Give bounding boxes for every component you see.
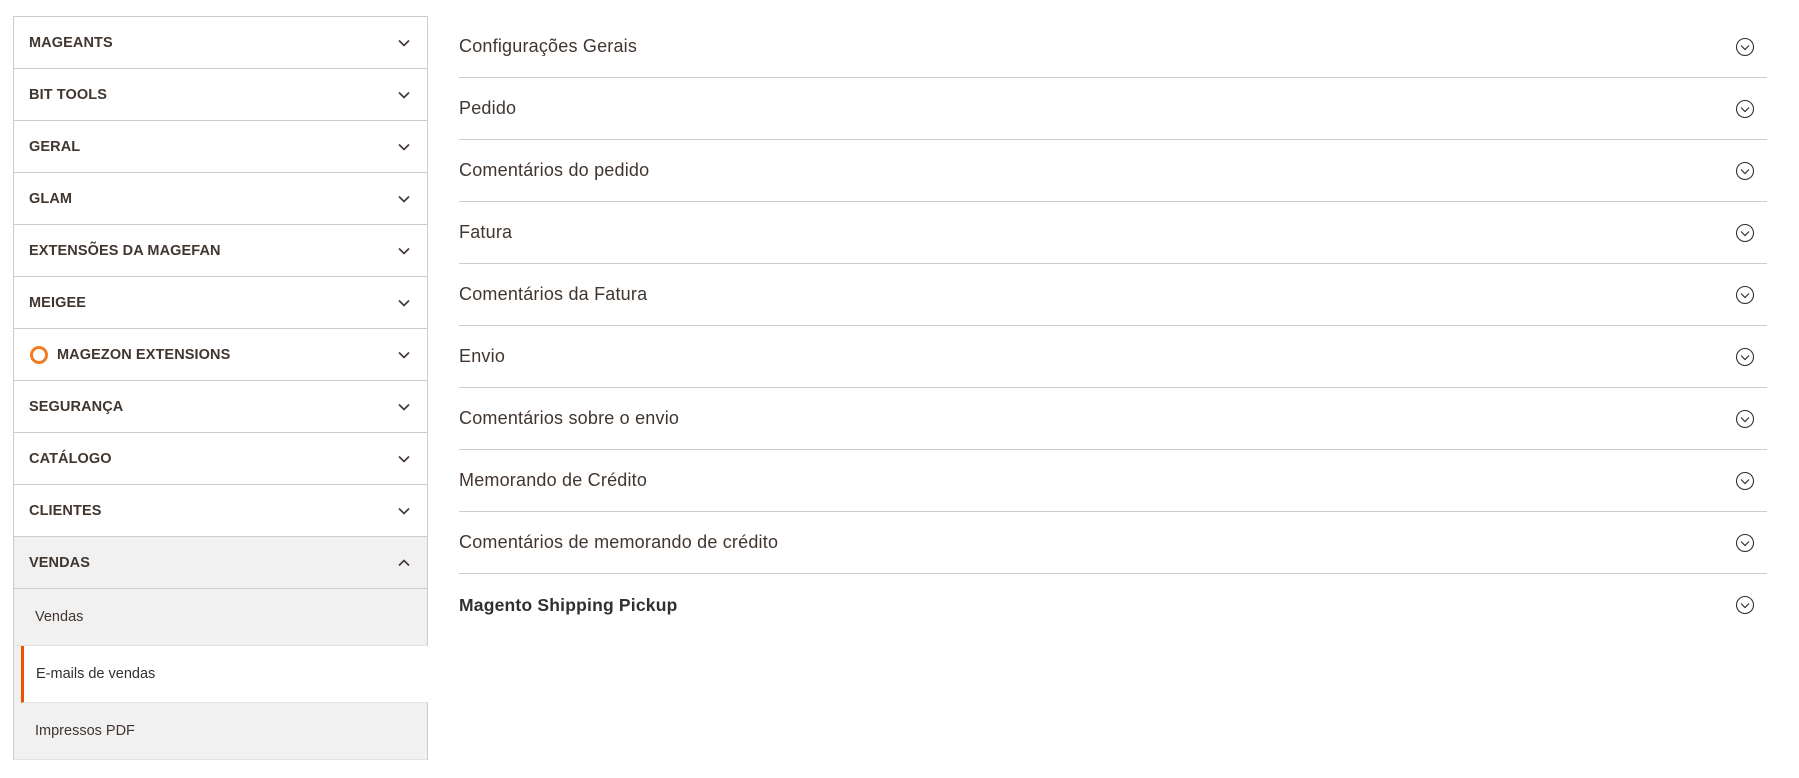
sidebar-item-geral[interactable]: GERAL [14, 121, 427, 173]
sidebar-item-label: EXTENSÕES DA MAGEFAN [29, 242, 221, 259]
chevron-down-icon [397, 296, 411, 310]
chevron-down-icon [397, 140, 411, 154]
sidebar-item-seguranca[interactable]: SEGURANÇA [14, 381, 427, 433]
config-sidebar: MAGEANTS BIT TOOLS GERAL GLAM EXTENSÕES … [13, 16, 428, 760]
section-title: Comentários da Fatura [459, 284, 648, 304]
sidebar-subitem-vendas[interactable]: Vendas [14, 589, 427, 646]
circle-chevron-down-icon [1735, 347, 1755, 367]
section-title: Magento Shipping Pickup [459, 594, 678, 615]
chevron-down-icon [397, 452, 411, 466]
section-memorando-de-credito[interactable]: Memorando de Crédito [459, 450, 1767, 512]
sidebar-item-label: MEIGEE [29, 294, 86, 311]
sidebar-item-label: MAGEZON EXTENSIONS [57, 346, 231, 363]
sidebar-item-label: CLIENTES [29, 502, 102, 519]
sidebar-subitem-emails-de-vendas[interactable]: E-mails de vendas [21, 646, 428, 703]
section-title: Fatura [459, 222, 513, 242]
sidebar-groups: MAGEANTS BIT TOOLS GERAL GLAM EXTENSÕES … [13, 16, 428, 589]
sidebar-item-clientes[interactable]: CLIENTES [14, 485, 427, 537]
sidebar-item-vendas[interactable]: VENDAS [14, 537, 427, 589]
chevron-down-icon [397, 400, 411, 414]
section-title: Envio [459, 346, 506, 366]
section-title: Memorando de Crédito [459, 470, 648, 490]
sidebar-subitem-impressos-pdf[interactable]: Impressos PDF [14, 703, 427, 760]
vendas-submenu: Vendas E-mails de vendas Impressos PDF [13, 589, 428, 760]
section-comentarios-do-pedido[interactable]: Comentários do pedido [459, 140, 1767, 202]
circle-chevron-down-icon [1735, 37, 1755, 57]
config-sections: Configurações Gerais Pedido Comentários … [459, 16, 1767, 636]
section-comentarios-de-memorando-de-credito[interactable]: Comentários de memorando de crédito [459, 512, 1767, 574]
section-title: Comentários do pedido [459, 160, 650, 180]
circle-chevron-down-icon [1735, 595, 1755, 615]
sidebar-item-label: GLAM [29, 190, 73, 207]
sidebar-item-mageants[interactable]: MAGEANTS [14, 17, 427, 69]
circle-chevron-down-icon [1735, 471, 1755, 491]
circle-chevron-down-icon [1735, 285, 1755, 305]
sidebar-item-label: CATÁLOGO [29, 450, 112, 467]
circle-chevron-down-icon [1735, 99, 1755, 119]
section-comentarios-da-fatura[interactable]: Comentários da Fatura [459, 264, 1767, 326]
sidebar-item-label: VENDAS [29, 554, 91, 571]
sidebar-item-label: MAGEANTS [29, 34, 113, 51]
sidebar-item-bit-tools[interactable]: BIT TOOLS [14, 69, 427, 121]
sidebar-item-magefan[interactable]: EXTENSÕES DA MAGEFAN [14, 225, 427, 277]
circle-chevron-down-icon [1735, 533, 1755, 553]
section-pedido[interactable]: Pedido [459, 78, 1767, 140]
chevron-down-icon [397, 36, 411, 50]
chevron-down-icon [397, 504, 411, 518]
section-magento-shipping-pickup[interactable]: Magento Shipping Pickup [459, 574, 1767, 636]
section-comentarios-sobre-o-envio[interactable]: Comentários sobre o envio [459, 388, 1767, 450]
section-configuracoes-gerais[interactable]: Configurações Gerais [459, 16, 1767, 78]
config-page: MAGEANTS BIT TOOLS GERAL GLAM EXTENSÕES … [0, 0, 1799, 778]
sidebar-item-glam[interactable]: GLAM [14, 173, 427, 225]
section-title: Comentários sobre o envio [459, 408, 680, 428]
section-envio[interactable]: Envio [459, 326, 1767, 388]
chevron-down-icon [397, 192, 411, 206]
sidebar-item-label: SEGURANÇA [29, 398, 124, 415]
chevron-down-icon [397, 88, 411, 102]
chevron-up-icon [397, 556, 411, 570]
circle-chevron-down-icon [1735, 409, 1755, 429]
section-fatura[interactable]: Fatura [459, 202, 1767, 264]
sidebar-item-catalogo[interactable]: CATÁLOGO [14, 433, 427, 485]
sidebar-item-label: GERAL [29, 138, 81, 155]
sidebar-item-meigee[interactable]: MEIGEE [14, 277, 427, 329]
chevron-down-icon [397, 348, 411, 362]
section-title: Configurações Gerais [459, 36, 638, 56]
circle-chevron-down-icon [1735, 161, 1755, 181]
magezon-logo-icon [29, 345, 49, 365]
sidebar-item-label: BIT TOOLS [29, 86, 107, 103]
section-title: Pedido [459, 98, 517, 118]
sidebar-item-magezon[interactable]: MAGEZON EXTENSIONS [14, 329, 427, 381]
section-title: Comentários de memorando de crédito [459, 532, 779, 552]
chevron-down-icon [397, 244, 411, 258]
circle-chevron-down-icon [1735, 223, 1755, 243]
